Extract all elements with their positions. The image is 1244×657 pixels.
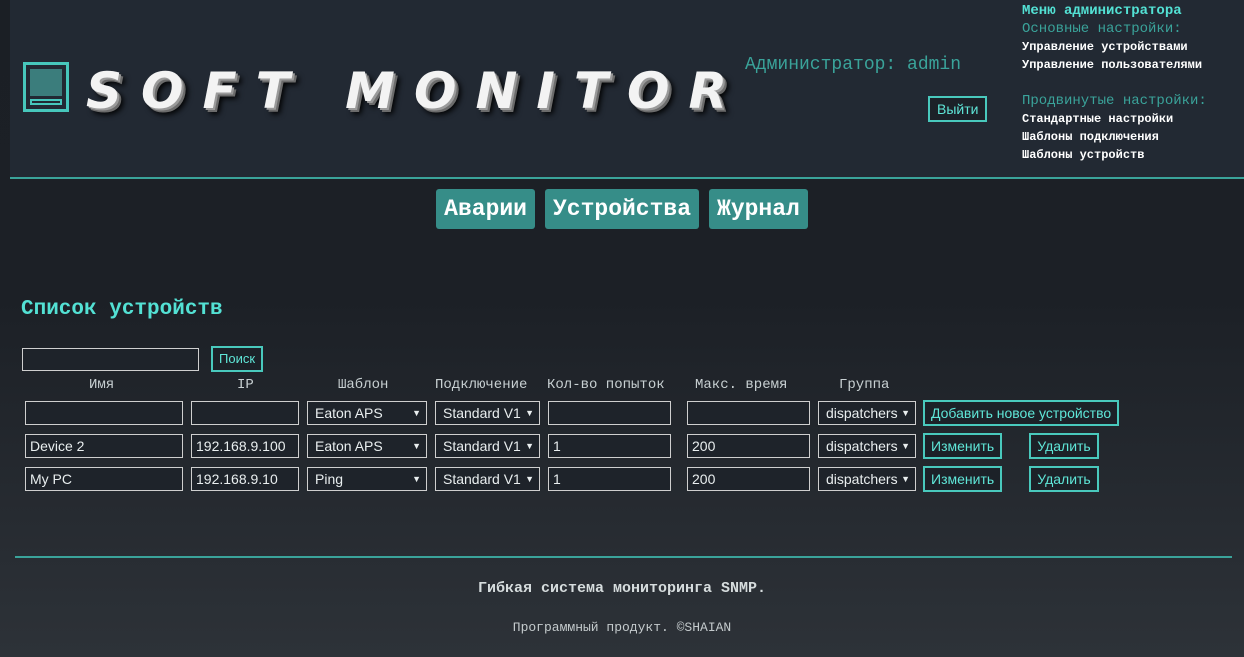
- name-field[interactable]: [25, 401, 183, 425]
- attempts-field[interactable]: 1: [548, 434, 671, 458]
- basic-settings-title: Основные настройки:: [1022, 21, 1182, 37]
- monitor-logo-icon: [23, 62, 69, 112]
- column-header-name: Имя: [89, 377, 115, 393]
- group-select-value: dispatchers: [826, 438, 898, 454]
- footer-divider: [15, 556, 1232, 558]
- new-device-row: Eaton APS ▼ Standard V1 ▼ dispatchers ▼ …: [0, 400, 1244, 426]
- menu-item-device-templates[interactable]: Шаблоны устройств: [1022, 146, 1207, 164]
- column-header-ip: IP: [237, 377, 254, 393]
- connection-select-value: Standard V1: [443, 438, 521, 454]
- dropdown-arrow-icon: ▼: [901, 441, 910, 451]
- admin-menu: Меню администратора Основные настройки: …: [1022, 2, 1207, 164]
- page-title: Список устройств: [21, 298, 223, 321]
- dropdown-arrow-icon: ▼: [901, 474, 910, 484]
- group-select-value: dispatchers: [826, 405, 898, 421]
- group-select-value: dispatchers: [826, 471, 898, 487]
- dropdown-arrow-icon: ▼: [901, 408, 910, 418]
- delete-button[interactable]: Удалить: [1029, 433, 1099, 459]
- tab-devices[interactable]: Устройства: [544, 189, 700, 229]
- template-select-value: Eaton APS: [315, 438, 383, 454]
- app-logo-text: SOFT MONITOR: [86, 62, 747, 120]
- connection-select[interactable]: Standard V1 ▼: [435, 434, 540, 458]
- dropdown-arrow-icon: ▼: [525, 408, 534, 418]
- ip-field[interactable]: [191, 401, 299, 425]
- group-select[interactable]: dispatchers ▼: [818, 434, 916, 458]
- column-header-template: Шаблон: [338, 377, 389, 393]
- dropdown-arrow-icon: ▼: [412, 441, 421, 451]
- connection-select[interactable]: Standard V1 ▼: [435, 401, 540, 425]
- menu-item-device-management[interactable]: Управление устройствами: [1022, 38, 1207, 56]
- tab-alarms[interactable]: Аварии: [436, 189, 535, 229]
- column-header-attempts: Кол-во попыток: [547, 377, 665, 393]
- add-device-button[interactable]: Добавить новое устройство: [923, 400, 1119, 426]
- footer-copyright: Программный продукт. ©SHAIAN: [512, 620, 732, 635]
- dropdown-arrow-icon: ▼: [412, 408, 421, 418]
- group-select[interactable]: dispatchers ▼: [818, 467, 916, 491]
- max-time-field[interactable]: 200: [687, 434, 810, 458]
- template-select-value: Eaton APS: [315, 405, 383, 421]
- dropdown-arrow-icon: ▼: [412, 474, 421, 484]
- name-field[interactable]: My PC: [25, 467, 183, 491]
- edit-button[interactable]: Изменить: [923, 433, 1002, 459]
- connection-select[interactable]: Standard V1 ▼: [435, 467, 540, 491]
- attempts-field[interactable]: [548, 401, 671, 425]
- footer-tagline: Гибкая система мониторинга SNMP.: [477, 580, 767, 597]
- dropdown-arrow-icon: ▼: [525, 474, 534, 484]
- max-time-field[interactable]: [687, 401, 810, 425]
- main-tabs: Аварии Устройства Журнал: [0, 189, 1244, 229]
- connection-select-value: Standard V1: [443, 405, 521, 421]
- logout-button[interactable]: Выйти: [928, 96, 988, 122]
- column-header-group: Группа: [839, 377, 890, 393]
- attempts-field[interactable]: 1: [548, 467, 671, 491]
- template-select-value: Ping: [315, 471, 344, 487]
- table-row: My PC 192.168.9.10 Ping ▼ Standard V1 ▼ …: [0, 466, 1244, 492]
- delete-button[interactable]: Удалить: [1029, 466, 1099, 492]
- column-header-max-time: Макс. время: [695, 377, 788, 393]
- admin-user-label: Администратор: admin: [745, 55, 962, 75]
- menu-item-connection-templates[interactable]: Шаблоны подключения: [1022, 128, 1207, 146]
- connection-select-value: Standard V1: [443, 471, 521, 487]
- ip-field[interactable]: 192.168.9.10: [191, 467, 299, 491]
- column-header-connection: Подключение: [435, 377, 528, 393]
- ip-field[interactable]: 192.168.9.100: [191, 434, 299, 458]
- advanced-settings-title: Продвинутые настройки:: [1022, 93, 1207, 109]
- template-select[interactable]: Eaton APS ▼: [307, 401, 427, 425]
- menu-item-standard-settings[interactable]: Стандартные настройки: [1022, 110, 1207, 128]
- max-time-field[interactable]: 200: [687, 467, 810, 491]
- group-select[interactable]: dispatchers ▼: [818, 401, 916, 425]
- tab-journal[interactable]: Журнал: [709, 189, 808, 229]
- header: SOFT MONITOR Администратор: admin Выйти …: [10, 0, 1244, 179]
- table-row: Device 2 192.168.9.100 Eaton APS ▼ Stand…: [0, 433, 1244, 459]
- admin-menu-title[interactable]: Меню администратора: [1022, 2, 1207, 20]
- menu-item-user-management[interactable]: Управление пользователями: [1022, 56, 1207, 74]
- search-input[interactable]: [22, 348, 199, 371]
- name-field[interactable]: Device 2: [25, 434, 183, 458]
- edit-button[interactable]: Изменить: [923, 466, 1002, 492]
- template-select[interactable]: Ping ▼: [307, 467, 427, 491]
- template-select[interactable]: Eaton APS ▼: [307, 434, 427, 458]
- search-button[interactable]: Поиск: [211, 346, 264, 372]
- dropdown-arrow-icon: ▼: [525, 441, 534, 451]
